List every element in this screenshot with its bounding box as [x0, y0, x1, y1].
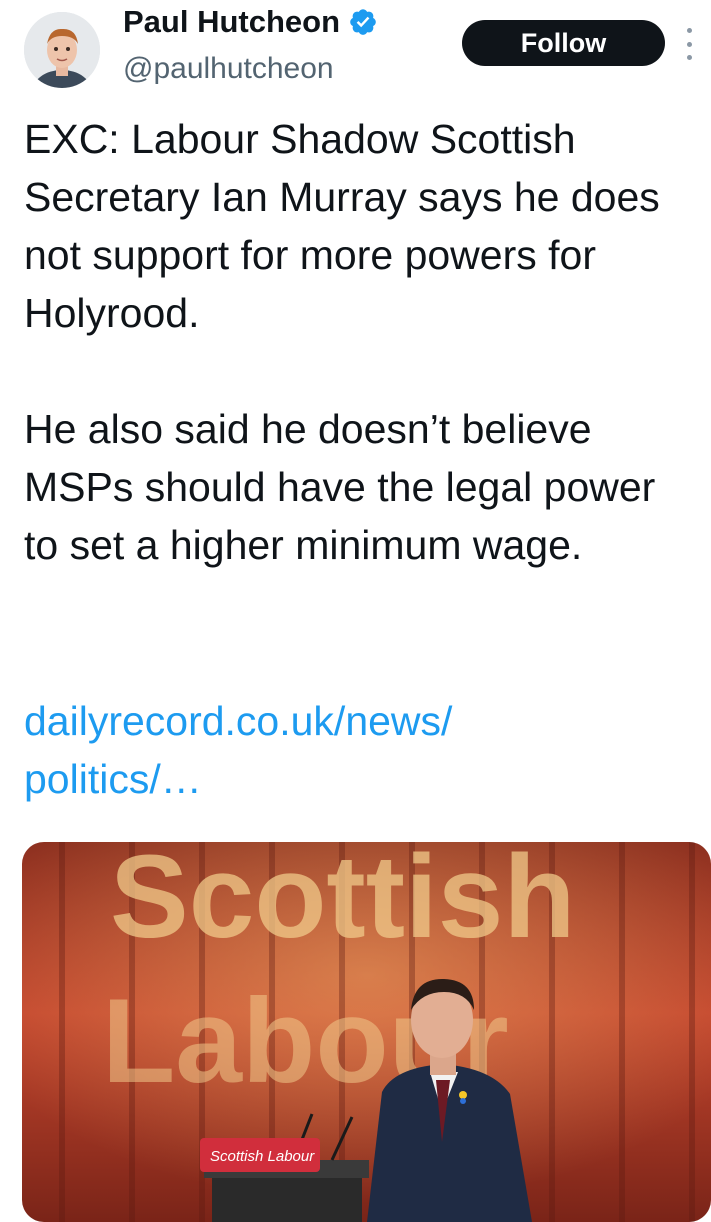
lectern-sign-text: Scottish Labour: [210, 1148, 315, 1165]
person-avatar-icon: [24, 12, 100, 88]
author-name-row: Paul Hutcheon: [123, 4, 378, 40]
article-link[interactable]: dailyrecord.co.uk/news/ politics/…: [24, 692, 624, 808]
tweet-paragraph: He also said he doesn’t believe MSPs sho…: [24, 406, 656, 568]
more-vertical-icon[interactable]: [682, 28, 696, 60]
tweet-text: EXC: Labour Shadow Scottish Secretary Ia…: [24, 110, 694, 574]
author-avatar[interactable]: [24, 12, 100, 88]
author-display-name[interactable]: Paul Hutcheon: [123, 4, 340, 40]
author-handle[interactable]: @paulhutcheon: [123, 52, 334, 86]
backdrop-text: Scottish: [110, 842, 576, 963]
follow-button[interactable]: Follow: [462, 20, 665, 66]
tweet-media-image[interactable]: Scottish Labour Scottish Labour: [22, 842, 711, 1222]
tweet-paragraph: EXC: Labour Shadow Scottish Secretary Ia…: [24, 116, 660, 336]
verified-badge-icon: [348, 7, 378, 37]
